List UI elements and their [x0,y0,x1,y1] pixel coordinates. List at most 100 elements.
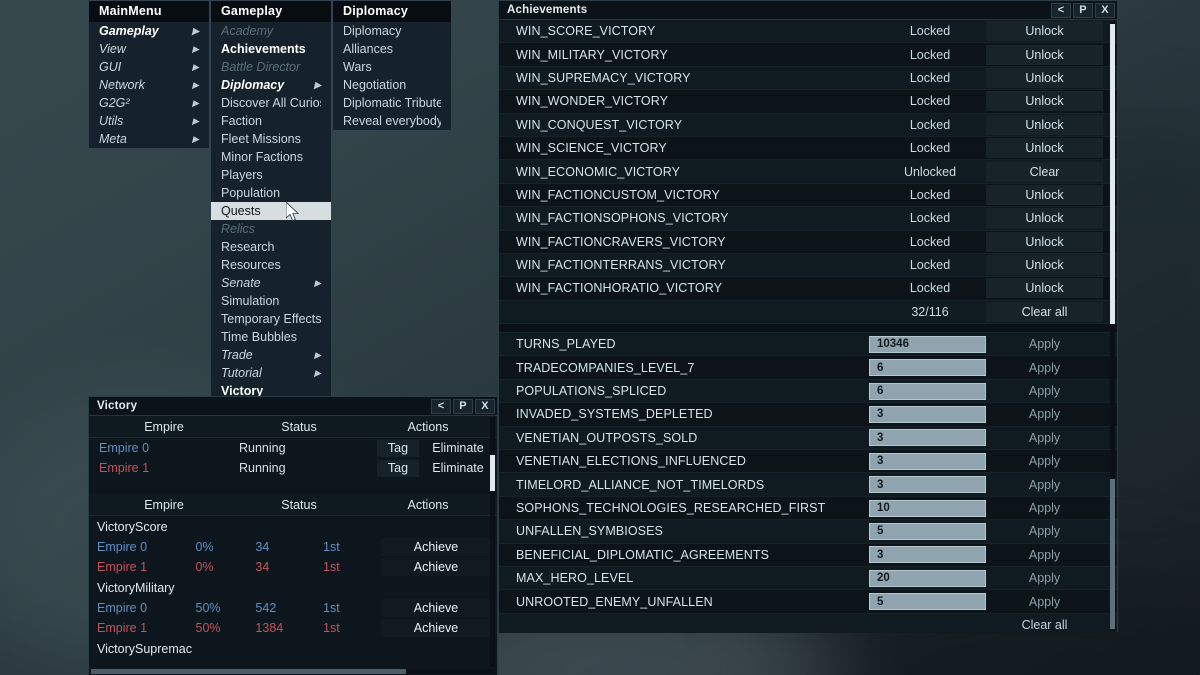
victory-back-button[interactable]: < [431,398,451,414]
eliminate-button[interactable]: Eliminate [425,440,491,457]
achievement-action-button[interactable]: Unlock [986,67,1103,88]
stat-value-input[interactable]: 5 [869,522,986,540]
achievement-action-button[interactable]: Unlock [986,114,1103,135]
stat-value-input[interactable]: 20 [869,569,986,587]
achieve-button[interactable]: Achieve [381,558,491,576]
achievement-action-button[interactable]: Unlock [986,138,1103,159]
menu-item-diplomatic-tributes[interactable]: Diplomatic Tributes [333,94,451,112]
menu-item-resources[interactable]: Resources [211,256,331,274]
victory-pin-button[interactable]: P [453,398,473,414]
menu-item-battle-director[interactable]: Battle Director [211,58,331,76]
menu-item-players[interactable]: Players [211,166,331,184]
tag-button[interactable]: Tag [377,439,419,457]
menu-item-negotiation[interactable]: Negotiation [333,76,451,94]
menu-item-wars[interactable]: Wars [333,58,451,76]
stat-apply-button[interactable]: Apply [986,501,1103,515]
victory-vscrollbar-thumb[interactable] [490,455,495,491]
stat-value-input[interactable]: 3 [869,429,986,447]
achieve-button[interactable]: Achieve [381,619,491,637]
victory-hscrollbar-thumb[interactable] [91,669,407,674]
menu-item-population[interactable]: Population [211,184,331,202]
victory-close-button[interactable]: X [475,398,495,414]
achievement-row: WIN_FACTIONSOPHONS_VICTORY Locked Unlock [499,207,1117,231]
tag-button[interactable]: Tag [377,459,419,477]
pin-button[interactable]: P [1073,2,1093,18]
stat-apply-button[interactable]: Apply [986,407,1103,421]
achievement-action-button[interactable]: Unlock [986,255,1103,276]
condition-action-cell: Achieve [381,558,497,576]
menu-item-quests[interactable]: Quests [211,202,331,220]
victory-hscrollbar[interactable] [91,669,495,674]
menu-item-research[interactable]: Research [211,238,331,256]
menu-item-discover-all-curiosit[interactable]: Discover All Curiosit [211,94,331,112]
menu-item-trade[interactable]: Trade ▶ [211,346,331,364]
victory-vscrollbar[interactable] [490,417,495,667]
stat-value-input[interactable]: 3 [869,452,986,470]
menu-item-simulation[interactable]: Simulation [211,292,331,310]
stat-value-input[interactable]: 5 [869,593,986,611]
achievement-action-button[interactable]: Unlock [986,278,1103,299]
menu-item-diplomacy[interactable]: Diplomacy ▶ [211,76,331,94]
achievement-name: WIN_SUPREMACY_VICTORY [516,70,691,85]
menu-item-academy[interactable]: Academy [211,22,331,40]
menu-item-reveal-everybody-fo[interactable]: Reveal everybody fo [333,112,451,130]
menu-item-utils[interactable]: Utils ▶ [89,112,209,130]
stat-value-input[interactable]: 3 [869,476,986,494]
achievement-action-button[interactable]: Unlock [986,231,1103,252]
back-button[interactable]: < [1051,2,1071,18]
menu-item-temporary-effects[interactable]: Temporary Effects [211,310,331,328]
menu-item-gui[interactable]: GUI ▶ [89,58,209,76]
menu-item-gameplay[interactable]: Gameplay ▶ [89,22,209,40]
menu-item-diplomacy[interactable]: Diplomacy [333,22,451,40]
eliminate-button[interactable]: Eliminate [425,460,491,477]
achievement-action-button[interactable]: Unlock [986,208,1103,229]
stat-apply-button[interactable]: Apply [986,478,1103,492]
stat-value-input[interactable]: 3 [869,546,986,564]
menu-item-minor-factions[interactable]: Minor Factions [211,148,331,166]
menu-item-view[interactable]: View ▶ [89,40,209,58]
stat-apply-button[interactable]: Apply [986,571,1103,585]
stat-apply-button[interactable]: Apply [986,454,1103,468]
achievement-action-button[interactable]: Clear [986,161,1103,182]
stat-apply-button[interactable]: Apply [986,384,1103,398]
achievements-scrollbar-thumb[interactable] [1110,24,1115,324]
achievement-action-button[interactable]: Unlock [986,184,1103,205]
stat-apply-button[interactable]: Apply [986,548,1103,562]
achievement-action-button[interactable]: Unlock [986,44,1103,65]
achievement-action-button[interactable]: Unlock [986,91,1103,112]
menu-item-meta[interactable]: Meta ▶ [89,130,209,148]
stat-apply-button[interactable]: Apply [986,337,1103,351]
stat-apply-button[interactable]: Apply [986,524,1103,538]
menu-item-achievements[interactable]: Achievements [211,40,331,58]
achieve-button[interactable]: Achieve [381,538,491,556]
achievement-name: WIN_MILITARY_VICTORY [516,47,668,62]
stat-apply-button[interactable]: Apply [986,431,1103,445]
stat-apply-button[interactable]: Apply [986,595,1103,609]
achievement-action-button[interactable]: Unlock [986,21,1103,42]
close-button[interactable]: X [1095,2,1115,18]
menu-item-relics[interactable]: Relics [211,220,331,238]
achieve-button[interactable]: Achieve [381,599,491,617]
menu-item-time-bubbles[interactable]: Time Bubbles [211,328,331,346]
menu-item-g2g[interactable]: G2G² ▶ [89,94,209,112]
stat-name: SOPHONS_TECHNOLOGIES_RESEARCHED_FIRST [516,501,826,515]
stat-value-input[interactable]: 10 [869,499,986,517]
stat-row: MAX_HERO_LEVEL 20 Apply [499,566,1117,591]
stat-value-input[interactable]: 3 [869,405,986,423]
achievements-scrollbar-thumb-lower[interactable] [1110,479,1115,629]
menu-item-faction[interactable]: Faction [211,112,331,130]
menu-item-fleet-missions[interactable]: Fleet Missions [211,130,331,148]
stat-value-input[interactable]: 10346 [869,335,986,353]
stat-name: MAX_HERO_LEVEL [516,571,634,586]
achievement-status: Locked [909,70,951,85]
menu-item-senate[interactable]: Senate ▶ [211,274,331,292]
stat-value-input[interactable]: 6 [869,382,986,400]
stat-value-input[interactable]: 6 [869,359,986,377]
achievements-scrollbar[interactable] [1110,22,1115,631]
menu-item-tutorial[interactable]: Tutorial ▶ [211,364,331,382]
menu-item-network[interactable]: Network ▶ [89,76,209,94]
clear-all-stats-button[interactable]: Clear all [986,618,1103,632]
stat-apply-button[interactable]: Apply [986,361,1103,375]
clear-all-achievements-button[interactable]: Clear all [986,301,1103,322]
menu-item-alliances[interactable]: Alliances [333,40,451,58]
